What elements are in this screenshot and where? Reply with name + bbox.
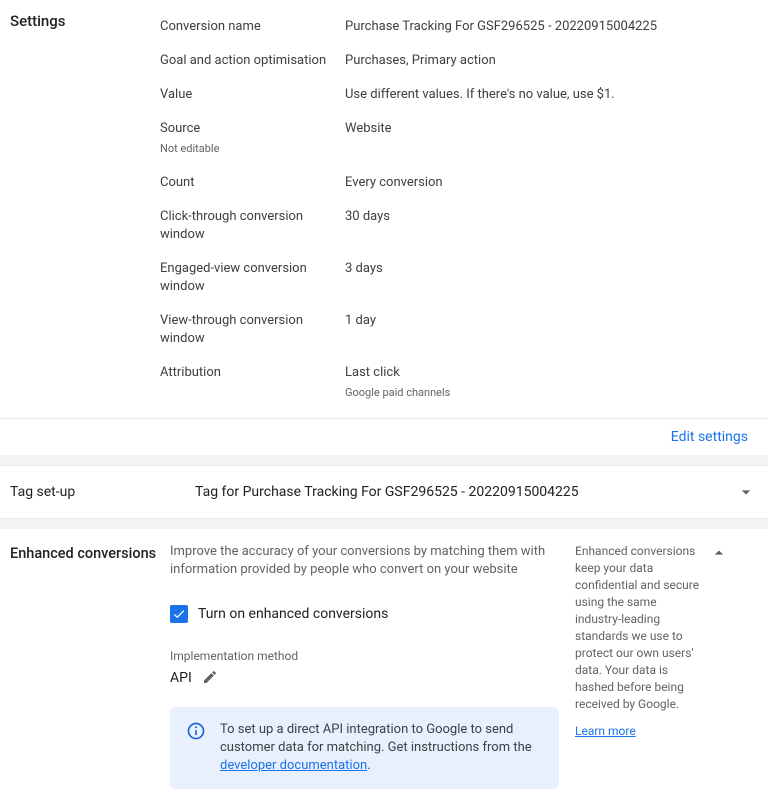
setting-label: Goal and action optimisation	[160, 52, 345, 70]
setting-label: Click-through conversion window	[160, 208, 345, 244]
chevron-up-icon[interactable]	[708, 543, 730, 789]
enhanced-description: Improve the accuracy of your conversions…	[170, 543, 559, 579]
setting-value: Website	[345, 120, 758, 138]
chevron-down-icon[interactable]	[734, 480, 758, 504]
implementation-method-label: Implementation method	[170, 649, 559, 663]
info-text: To set up a direct API integration to Go…	[220, 721, 543, 775]
setting-label: Value	[160, 86, 345, 104]
setting-row: Value Use different values. If there's n…	[160, 78, 758, 112]
setting-label: Count	[160, 174, 345, 192]
settings-heading: Settings	[10, 10, 160, 410]
setting-value: Purchase Tracking For GSF296525 - 202209…	[345, 18, 758, 36]
enhanced-heading: Enhanced conversions	[10, 543, 170, 789]
setting-sublabel: Not editable	[160, 140, 345, 158]
setting-row: Goal and action optimisation Purchases, …	[160, 44, 758, 78]
enhanced-checkbox-row: Turn on enhanced conversions	[170, 605, 559, 623]
enhanced-main: Improve the accuracy of your conversions…	[170, 543, 575, 789]
setting-row: Source Not editable Website	[160, 112, 758, 166]
implementation-method-row: API	[170, 669, 559, 687]
tag-setup-heading: Tag set-up	[10, 484, 160, 500]
tag-setup-title: Tag for Purchase Tracking For GSF296525 …	[160, 484, 734, 500]
setting-row: Click-through conversion window 30 days	[160, 200, 758, 252]
learn-more-link[interactable]: Learn more	[575, 723, 636, 740]
setting-label: Engaged-view conversion window	[160, 260, 345, 296]
setting-row: Engaged-view conversion window 3 days	[160, 252, 758, 304]
edit-settings-row: Edit settings	[0, 418, 768, 455]
setting-label: Source Not editable	[160, 120, 345, 158]
enhanced-conversions-section: Enhanced conversions Improve the accurac…	[0, 529, 768, 807]
setting-value: Purchases, Primary action	[345, 52, 758, 70]
info-icon	[186, 721, 206, 741]
settings-section: Settings Conversion name Purchase Tracki…	[0, 0, 768, 414]
setting-row: Conversion name Purchase Tracking For GS…	[160, 10, 758, 44]
setting-label: Attribution	[160, 364, 345, 382]
setting-row: View-through conversion window 1 day	[160, 304, 758, 356]
setting-value: 30 days	[345, 208, 758, 226]
tag-setup-row[interactable]: Tag set-up Tag for Purchase Tracking For…	[0, 465, 768, 519]
setting-value: Use different values. If there's no valu…	[345, 86, 758, 104]
setting-value: Last click Google paid channels	[345, 364, 758, 402]
pencil-icon[interactable]	[202, 669, 220, 687]
setting-label: View-through conversion window	[160, 312, 345, 348]
setting-row: Attribution Last click Google paid chann…	[160, 356, 758, 410]
enhanced-checkbox-label: Turn on enhanced conversions	[198, 606, 388, 622]
setting-row: Count Every conversion	[160, 166, 758, 200]
setting-label: Conversion name	[160, 18, 345, 36]
enhanced-checkbox[interactable]	[170, 605, 188, 623]
developer-documentation-link[interactable]: developer documentation	[220, 758, 367, 773]
setting-value: Every conversion	[345, 174, 758, 192]
setting-value: 3 days	[345, 260, 758, 278]
setting-subvalue: Google paid channels	[345, 384, 758, 402]
divider	[0, 519, 768, 529]
setting-value: 1 day	[345, 312, 758, 330]
edit-settings-link[interactable]: Edit settings	[671, 429, 748, 445]
settings-grid: Conversion name Purchase Tracking For GS…	[160, 10, 758, 410]
implementation-method-value: API	[170, 670, 192, 686]
enhanced-side-panel: Enhanced conversions keep your data conf…	[575, 543, 730, 789]
enhanced-side-text: Enhanced conversions keep your data conf…	[575, 543, 700, 789]
info-box: To set up a direct API integration to Go…	[170, 707, 559, 789]
divider	[0, 455, 768, 465]
